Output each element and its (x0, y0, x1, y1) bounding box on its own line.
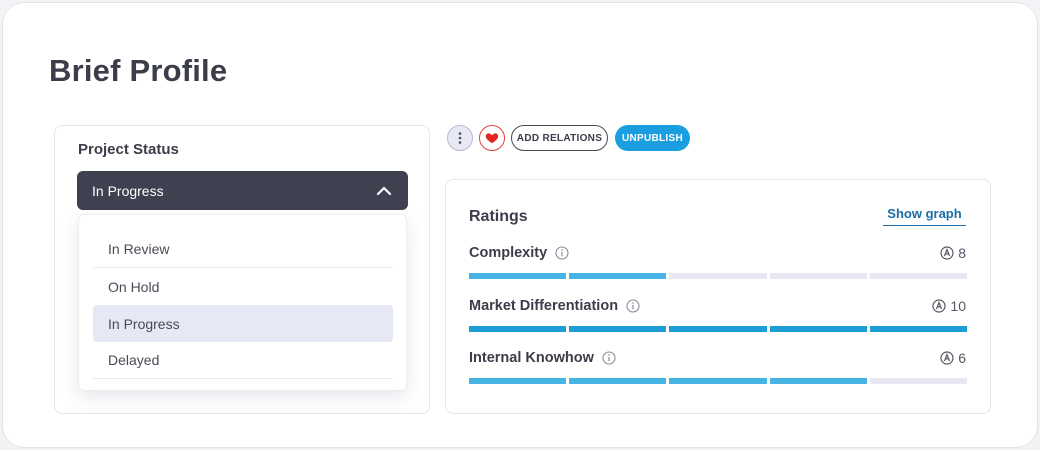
project-status-card: Project Status In Progress In Review On … (54, 125, 430, 414)
user-rating-icon (932, 299, 947, 313)
rating-score-complexity: 8 (940, 245, 966, 261)
status-option-on-hold[interactable]: On Hold (93, 268, 393, 305)
rating-bar-market-differentiation (469, 326, 968, 332)
user-rating-icon (940, 351, 954, 365)
rating-bar-segment (569, 378, 667, 384)
vertical-dots-icon (458, 132, 462, 144)
page-container: Brief Profile Project Status In Progress… (2, 2, 1038, 448)
rating-label-market-differentiation: Market Differentiation (469, 298, 619, 314)
rating-bar-segment (869, 378, 968, 384)
project-status-selected-value: In Progress (92, 182, 164, 199)
rating-bar-segment (669, 378, 767, 384)
ratings-title: Ratings (469, 208, 528, 225)
rating-bar-segment (769, 273, 867, 279)
rating-bar-internal-knowhow (469, 378, 968, 384)
heart-icon (485, 133, 499, 144)
rating-score-internal-knowhow: 6 (940, 350, 966, 366)
rating-bar-segment (469, 378, 567, 384)
status-option-in-progress[interactable]: In Progress (93, 305, 393, 342)
project-status-select[interactable]: In Progress (77, 171, 408, 210)
rating-bar-segment (669, 326, 767, 332)
info-icon[interactable] (555, 246, 569, 260)
rating-bar-segment (469, 273, 567, 279)
info-icon[interactable] (602, 351, 616, 365)
rating-value-market-differentiation: 10 (950, 298, 966, 314)
rating-value-internal-knowhow: 6 (958, 350, 966, 366)
rating-bar-segment (569, 273, 667, 279)
rating-label-internal-knowhow: Internal Knowhow (469, 350, 594, 366)
project-status-title: Project Status (78, 141, 179, 158)
rating-row-internal-knowhow: Internal Knowhow (469, 350, 616, 366)
favorite-button[interactable] (479, 125, 505, 151)
show-graph-link[interactable]: Show graph (883, 206, 966, 226)
add-relations-button[interactable]: ADD RELATIONS (511, 125, 608, 151)
rating-bar-segment (769, 378, 867, 384)
rating-row-complexity: Complexity (469, 245, 569, 261)
rating-bar-segment (669, 273, 767, 279)
more-options-button[interactable] (447, 125, 473, 151)
info-icon[interactable] (626, 299, 640, 313)
status-option-delayed[interactable]: Delayed (93, 342, 393, 379)
rating-score-market-differentiation: 10 (932, 298, 966, 314)
unpublish-button[interactable]: UNPUBLISH (615, 125, 690, 151)
chevron-up-icon (376, 186, 392, 196)
rating-bar-segment (569, 326, 667, 332)
rating-bar-complexity (469, 273, 968, 279)
user-rating-icon (940, 246, 954, 260)
status-option-in-review[interactable]: In Review (93, 231, 393, 268)
ratings-card: Ratings Show graph Complexity 8 Market D… (445, 179, 991, 414)
project-status-dropdown: In Review On Hold In Progress Delayed (78, 214, 407, 391)
page-title: Brief Profile (49, 53, 228, 88)
rating-bar-segment (869, 326, 968, 332)
rating-bar-segment (869, 273, 968, 279)
rating-value-complexity: 8 (958, 245, 966, 261)
rating-row-market-differentiation: Market Differentiation (469, 298, 640, 314)
rating-bar-segment (769, 326, 867, 332)
rating-bar-segment (469, 326, 567, 332)
rating-label-complexity: Complexity (469, 245, 548, 261)
